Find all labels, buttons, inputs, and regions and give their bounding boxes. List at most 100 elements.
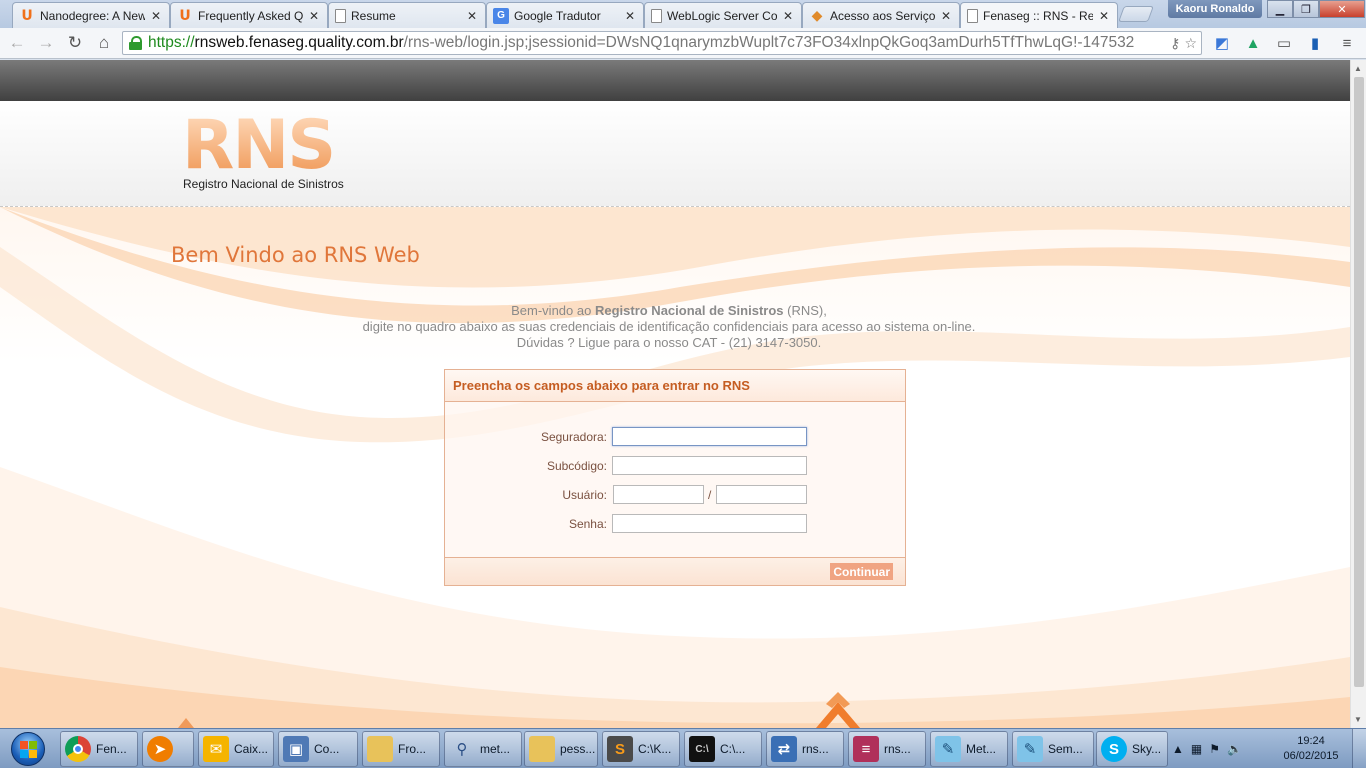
scrollbar-thumb[interactable] [1354, 77, 1364, 687]
tab-title: Resume [351, 8, 396, 23]
taskbar-label: Sem... [1048, 742, 1083, 756]
bookmark-star-icon[interactable]: ☆ [1184, 35, 1197, 52]
cmd-icon: C:\ [689, 736, 715, 762]
restore-button[interactable]: ❐ [1293, 0, 1319, 18]
subcodigo-input[interactable] [612, 456, 807, 475]
extension-icon[interactable]: ◩ [1211, 33, 1233, 53]
intro-line-3: Dúvidas ? Ligue para o nosso CAT - (21) … [516, 335, 822, 350]
address-bar[interactable]: https://rnsweb.fenaseg.quality.com.br/rn… [122, 31, 1202, 55]
windows-taskbar: Fen... ➤ ✉ Caix... ▣ Co... Fro... ⚲ met.… [0, 728, 1366, 768]
action-center-flag-icon[interactable]: ⚑ [1209, 742, 1220, 756]
browser-toolbar: ← → ↻ ⌂ https://rnsweb.fenaseg.quality.c… [0, 28, 1366, 59]
continuar-button[interactable]: Continuar [830, 563, 893, 580]
tab-acesso-servicos[interactable]: ◆ Acesso aos Serviços ✕ [802, 2, 960, 28]
show-hidden-icons-icon[interactable]: ▲ [1172, 742, 1184, 756]
scroll-down-arrow-icon[interactable]: ▼ [1354, 715, 1362, 724]
taskbar-item-cmd[interactable]: C:\ C:\... [684, 731, 762, 767]
taskbar-item-media-player[interactable]: ➤ [142, 731, 194, 767]
intro-suffix: (RNS), [787, 303, 827, 318]
taskbar-label: C:\K... [638, 742, 672, 756]
browser-tab-strip: U Nanodegree: A New ✕ U Frequently Asked… [0, 0, 1366, 28]
taskbar-clock[interactable]: 19:24 06/02/2015 [1276, 734, 1346, 764]
taskbar-item-sublime[interactable]: S C:\K... [602, 731, 680, 767]
close-tab-icon[interactable]: ✕ [1097, 9, 1111, 23]
taskbar-label: rns... [802, 742, 829, 756]
close-tab-icon[interactable]: ✕ [149, 9, 163, 23]
key-icon[interactable]: ⚷ [1170, 35, 1180, 52]
scroll-up-arrow-icon[interactable]: ▲ [1354, 64, 1362, 73]
volume-muted-icon[interactable]: 🔈 [1227, 742, 1242, 756]
taskbar-item-notepad-sem[interactable]: ✎ Sem... [1012, 731, 1094, 767]
senha-row: Senha: [445, 514, 905, 534]
tab-nanodegree[interactable]: U Nanodegree: A New ✕ [12, 2, 170, 28]
tab-title: WebLogic Server Co [667, 8, 777, 23]
computer-icon: ▣ [283, 736, 309, 762]
skype-icon: S [1101, 736, 1127, 762]
minimize-button[interactable]: ▁ [1267, 0, 1293, 18]
intro-line-1: Bem-vindo ao Registro Nacional de Sinist… [0, 303, 1338, 319]
tab-weblogic[interactable]: WebLogic Server Co ✕ [644, 2, 802, 28]
close-window-button[interactable]: ✕ [1319, 0, 1365, 18]
cast-icon[interactable]: ▭ [1273, 33, 1295, 53]
close-tab-icon[interactable]: ✕ [465, 9, 479, 23]
reload-button[interactable]: ↻ [64, 32, 86, 54]
taskbar-label: Fro... [398, 742, 427, 756]
taskbar-item-notepad-met[interactable]: ✎ Met... [930, 731, 1008, 767]
acesso-icon: ◆ [811, 7, 823, 23]
usuario-separator: / [708, 488, 712, 502]
taskbar-item-folder-fro[interactable]: Fro... [362, 731, 440, 767]
close-tab-icon[interactable]: ✕ [307, 9, 321, 23]
document-icon [335, 8, 346, 23]
tab-title: Nanodegree: A New [40, 8, 145, 23]
tab-google-tradutor[interactable]: G Google Tradutor ✕ [486, 2, 644, 28]
start-button[interactable] [3, 731, 53, 767]
taskbar-item-outlook[interactable]: ✉ Caix... [198, 731, 274, 767]
database-icon: ≡ [853, 736, 879, 762]
usuario-input-2[interactable] [716, 485, 807, 504]
close-tab-icon[interactable]: ✕ [781, 9, 795, 23]
usuario-input-1[interactable] [613, 485, 704, 504]
home-button[interactable]: ⌂ [93, 32, 115, 54]
taskbar-item-rns-database[interactable]: ≡ rns... [848, 731, 926, 767]
tab-faq[interactable]: U Frequently Asked Q ✕ [170, 2, 328, 28]
window-controls: ▁ ❐ ✕ [1267, 0, 1365, 18]
taskbar-item-rns-network[interactable]: ⇄ rns... [766, 731, 844, 767]
tab-fenaseg-rns[interactable]: Fenaseg :: RNS - Re ✕ [960, 2, 1118, 28]
forward-button[interactable]: → [35, 32, 57, 54]
taskbar-item-skype[interactable]: S Sky... [1096, 731, 1168, 767]
fenaseg-mark-icon [816, 692, 860, 728]
new-tab-button[interactable] [1118, 6, 1154, 22]
welcome-title: Bem Vindo ao RNS Web [171, 243, 420, 267]
google-drive-icon[interactable]: ▲ [1242, 33, 1264, 53]
close-tab-icon[interactable]: ✕ [623, 9, 637, 23]
senha-input[interactable] [612, 514, 807, 533]
taskbar-item-chrome[interactable]: Fen... [60, 731, 138, 767]
tab-resume[interactable]: Resume ✕ [328, 2, 486, 28]
subcodigo-label: Subcódigo: [546, 459, 607, 473]
tab-title: Google Tradutor [514, 8, 601, 23]
taskbar-label: Caix... [234, 742, 269, 756]
network-tray-icon[interactable]: ▦ [1191, 742, 1202, 756]
menu-icon[interactable]: ≡ [1336, 33, 1358, 53]
show-desktop-button[interactable] [1352, 729, 1366, 768]
rns-logo[interactable]: RNS [182, 112, 336, 180]
folder-icon [367, 736, 393, 762]
google-translate-icon: G [493, 7, 509, 24]
taskbar-item-search-tool[interactable]: ⚲ met... [444, 731, 522, 767]
login-panel: Preencha os campos abaixo para entrar no… [444, 369, 906, 586]
logo-subtitle: Registro Nacional de Sinistros [183, 177, 344, 191]
taskbar-item-computer[interactable]: ▣ Co... [278, 731, 358, 767]
url-path: /rns-web/login.jsp;jsessionid=DWsNQ1qnar… [403, 34, 1135, 51]
usuario-label: Usuário: [562, 488, 607, 502]
bookmark-extension-icon[interactable]: ▮ [1304, 33, 1326, 53]
taskbar-item-folder-pess[interactable]: pess... [524, 731, 598, 767]
taskbar-label: Fen... [96, 742, 127, 756]
system-tray: ▲ ▦ ⚑ 🔈 [1172, 729, 1242, 768]
seguradora-input[interactable] [612, 427, 807, 446]
page-scrollbar[interactable]: ▲ ▼ [1350, 60, 1366, 728]
triangle-ornament-icon [178, 718, 194, 728]
clock-date: 06/02/2015 [1283, 750, 1339, 762]
profile-name[interactable]: Kaoru Ronaldo [1168, 0, 1262, 18]
back-button[interactable]: ← [6, 32, 28, 54]
close-tab-icon[interactable]: ✕ [939, 9, 953, 23]
